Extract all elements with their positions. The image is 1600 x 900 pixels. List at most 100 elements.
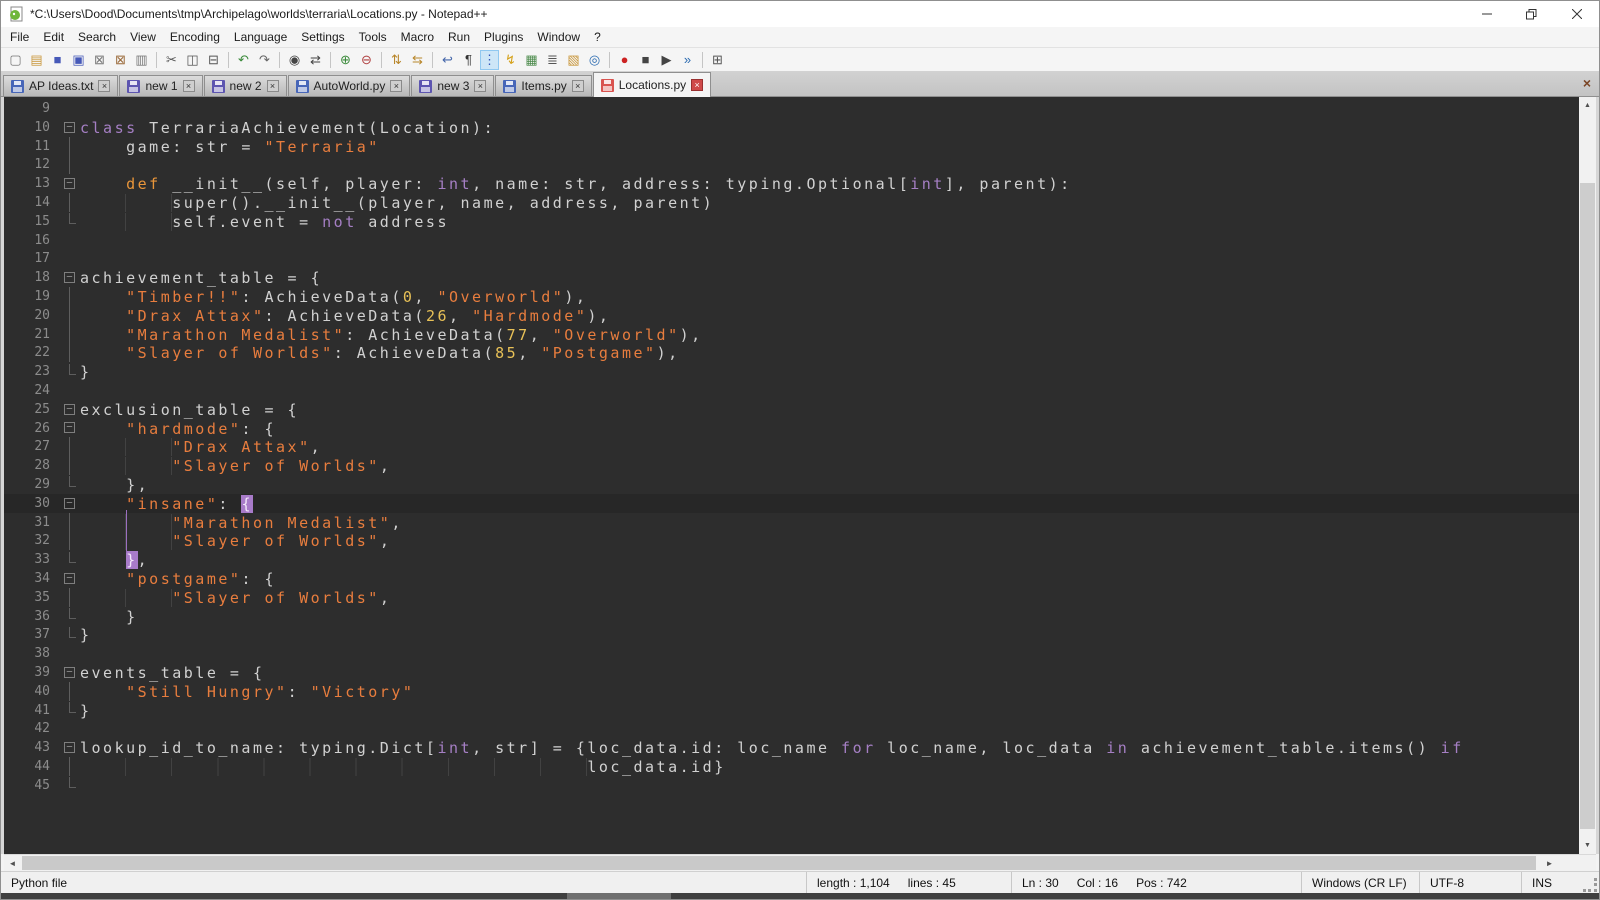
menu-item-file[interactable]: File bbox=[3, 28, 36, 46]
tab-ap-ideas-txt[interactable]: AP Ideas.txt× bbox=[3, 75, 118, 96]
fold-marker-box[interactable]: – bbox=[64, 118, 80, 137]
zoom-in-button[interactable]: ⊕ bbox=[336, 50, 355, 70]
scroll-down-button[interactable]: ▼ bbox=[1579, 837, 1596, 854]
fold-marker bbox=[64, 625, 80, 644]
saved-file-icon bbox=[127, 80, 140, 93]
tab-new-1[interactable]: new 1× bbox=[119, 75, 202, 96]
find-button[interactable]: ◉ bbox=[285, 50, 304, 70]
menu-item-encoding[interactable]: Encoding bbox=[163, 28, 227, 46]
show-indent-guide-button[interactable]: ⋮ bbox=[480, 50, 499, 70]
fold-marker-box[interactable]: – bbox=[64, 738, 80, 757]
vertical-scrollbar[interactable]: ▲ ▼ bbox=[1579, 97, 1596, 854]
close-document-button[interactable]: × bbox=[1583, 75, 1591, 91]
menu-item-run[interactable]: Run bbox=[441, 28, 477, 46]
document-map-button[interactable]: ▦ bbox=[522, 50, 541, 70]
minimize-button[interactable] bbox=[1464, 1, 1509, 27]
show-all-characters-button[interactable]: ¶ bbox=[459, 50, 478, 70]
word-wrap-icon: ↩ bbox=[442, 53, 453, 66]
stop-recording-button[interactable]: ■ bbox=[636, 50, 655, 70]
save-all-button[interactable]: ▣ bbox=[69, 50, 88, 70]
menu-item-language[interactable]: Language bbox=[227, 28, 294, 46]
record-macro-button[interactable]: ● bbox=[615, 50, 634, 70]
window-bottom-edge bbox=[1, 893, 1599, 899]
menu-item-view[interactable]: View bbox=[123, 28, 163, 46]
close-button[interactable] bbox=[1554, 1, 1599, 27]
function-list-button[interactable]: ↯ bbox=[501, 50, 520, 70]
paste-button[interactable]: ⊟ bbox=[204, 50, 223, 70]
tab-locations-py[interactable]: Locations.py× bbox=[593, 72, 711, 97]
run-macro-multiple-button[interactable]: » bbox=[678, 50, 697, 70]
new-file-button[interactable]: ▢ bbox=[6, 50, 25, 70]
scroll-up-button[interactable]: ▲ bbox=[1579, 97, 1596, 114]
horizontal-scrollbar-thumb[interactable] bbox=[22, 856, 1536, 870]
fold-marker bbox=[64, 513, 80, 532]
tab-close-icon[interactable]: × bbox=[183, 80, 195, 92]
line-number: 26 bbox=[4, 421, 50, 436]
document-list-button[interactable]: ≣ bbox=[543, 50, 562, 70]
line-number: 16 bbox=[4, 233, 50, 248]
menu-item-window[interactable]: Window bbox=[530, 28, 587, 46]
save-file-button[interactable]: ■ bbox=[48, 50, 67, 70]
replace-button[interactable]: ⇄ bbox=[306, 50, 325, 70]
close-file-button[interactable]: ⊠ bbox=[90, 50, 109, 70]
restore-button[interactable] bbox=[1509, 1, 1554, 27]
fold-marker-box[interactable]: – bbox=[64, 494, 80, 513]
folder-as-workspace-button[interactable]: ▧ bbox=[564, 50, 583, 70]
menu-item-edit[interactable]: Edit bbox=[36, 28, 71, 46]
close-all-button[interactable]: ⊠ bbox=[111, 50, 130, 70]
status-eol-format: Windows (CR LF) bbox=[1312, 876, 1407, 890]
tab-close-icon[interactable]: × bbox=[474, 80, 486, 92]
tab-close-icon[interactable]: × bbox=[98, 80, 110, 92]
horizontal-scrollbar[interactable]: ◄ ► bbox=[4, 854, 1596, 871]
tab-autoworld-py[interactable]: AutoWorld.py× bbox=[288, 75, 411, 96]
tab-close-icon[interactable]: × bbox=[267, 80, 279, 92]
tab-close-icon[interactable]: × bbox=[572, 80, 584, 92]
cut-button[interactable]: ✂ bbox=[162, 50, 181, 70]
code-text: "hardmode": { bbox=[80, 420, 276, 438]
fold-marker bbox=[64, 776, 80, 795]
open-file-button[interactable]: ▤ bbox=[27, 50, 46, 70]
word-wrap-button[interactable]: ↩ bbox=[438, 50, 457, 70]
code-line: 22 "Slayer of Worlds": AchieveData(85, "… bbox=[4, 343, 1579, 362]
tab-new-2[interactable]: new 2× bbox=[204, 75, 287, 96]
tab-new-3[interactable]: new 3× bbox=[411, 75, 494, 96]
menu-item-macro[interactable]: Macro bbox=[394, 28, 441, 46]
undo-button[interactable]: ↶ bbox=[234, 50, 253, 70]
scroll-left-button[interactable]: ◄ bbox=[4, 855, 21, 871]
menu-item-?[interactable]: ? bbox=[587, 28, 608, 46]
menu-item-plugins[interactable]: Plugins bbox=[477, 28, 530, 46]
tab-close-icon[interactable]: × bbox=[691, 79, 703, 91]
code-text: } bbox=[80, 626, 92, 644]
tab-items-py[interactable]: Items.py× bbox=[495, 75, 591, 96]
line-number: 38 bbox=[4, 646, 50, 661]
playback-macro-button[interactable]: ▶ bbox=[657, 50, 676, 70]
tab-close-icon[interactable]: × bbox=[390, 80, 402, 92]
scroll-right-button[interactable]: ► bbox=[1541, 855, 1558, 871]
fold-marker-box[interactable]: – bbox=[64, 174, 80, 193]
menu-item-tools[interactable]: Tools bbox=[352, 28, 394, 46]
print-button[interactable]: ▥ bbox=[132, 50, 151, 70]
fold-marker-box[interactable]: – bbox=[64, 419, 80, 438]
code-line: 18–achievement_table = { bbox=[4, 268, 1579, 287]
fold-marker-box[interactable]: – bbox=[64, 569, 80, 588]
save-recorded-macro-button[interactable]: ⊞ bbox=[708, 50, 727, 70]
code-editor[interactable]: 910–class TerrariaAchievement(Location):… bbox=[4, 97, 1579, 854]
vertical-scrollbar-thumb[interactable] bbox=[1580, 183, 1595, 829]
copy-button[interactable]: ◫ bbox=[183, 50, 202, 70]
zoom-out-button[interactable]: ⊖ bbox=[357, 50, 376, 70]
toolbar-separator bbox=[702, 52, 703, 68]
fold-marker-box[interactable]: – bbox=[64, 268, 80, 287]
resize-grip[interactable] bbox=[1583, 878, 1597, 892]
sync-horizontal-scroll-button[interactable]: ⇆ bbox=[408, 50, 427, 70]
menu-item-search[interactable]: Search bbox=[71, 28, 123, 46]
code-line: 35 "Slayer of Worlds", bbox=[4, 588, 1579, 607]
statusbar: Python file length : 1,104 lines : 45 Ln… bbox=[1, 871, 1599, 893]
menu-item-settings[interactable]: Settings bbox=[294, 28, 351, 46]
sync-vertical-scroll-button[interactable]: ⇅ bbox=[387, 50, 406, 70]
fold-marker-box[interactable]: – bbox=[64, 400, 80, 419]
fold-marker-box[interactable]: – bbox=[64, 663, 80, 682]
fold-marker bbox=[64, 456, 80, 475]
monitoring-button[interactable]: ◎ bbox=[585, 50, 604, 70]
redo-button[interactable]: ↷ bbox=[255, 50, 274, 70]
new-file-icon: ▢ bbox=[9, 53, 21, 66]
